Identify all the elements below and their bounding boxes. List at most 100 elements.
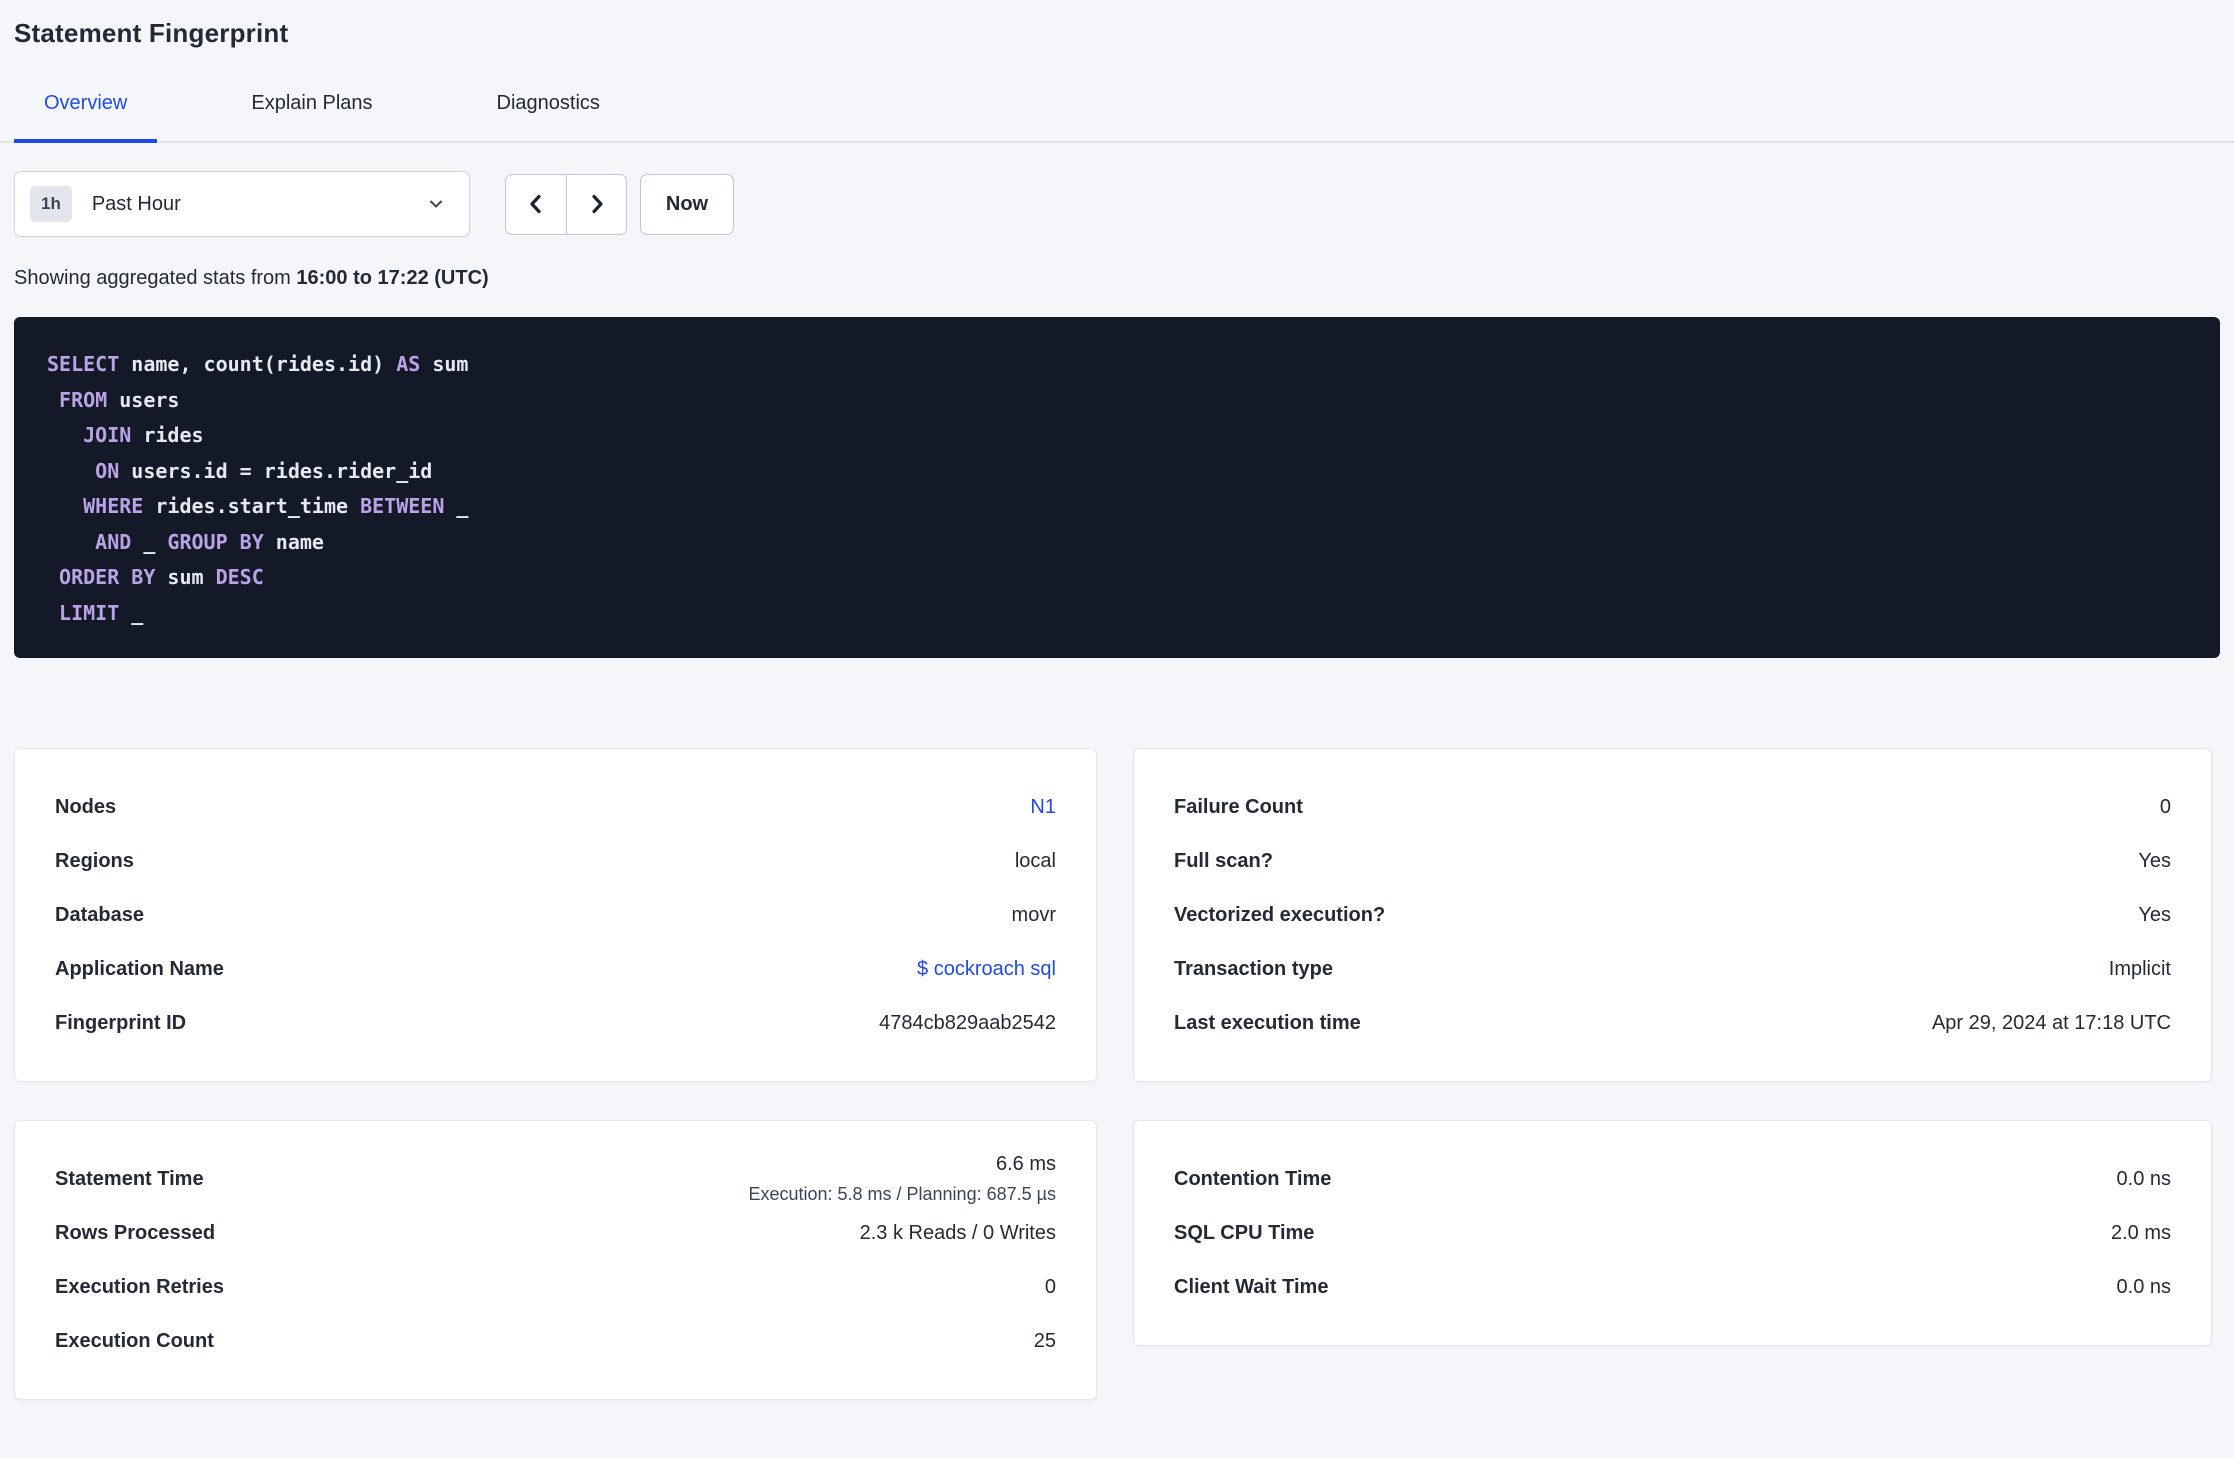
aggregated-stats-range: 16:00 to 17:22 (UTC) [296,267,489,289]
card-row: Last execution time Apr 29, 2024 at 17:18… [1174,996,2171,1050]
now-button[interactable]: Now [640,173,734,235]
row-label: Contention Time [1174,1167,1332,1190]
sql-text: _ [119,600,144,625]
sql-text: _ [444,494,469,518]
aggregated-stats-text: Showing aggregated stats from 16:00 to 1… [14,267,2220,290]
sql-line: ON users.id = rides.rider_id [47,454,2187,490]
row-value-block: 25 [1034,1330,1056,1353]
sql-keyword: ON [95,458,120,483]
row-value-block: 6.6 ms Execution: 5.8 ms / Planning: 687.… [748,1153,1056,1205]
time-step-button-group [505,173,627,235]
tab-overview[interactable]: Overview [14,92,158,143]
card-statement-details: Nodes N1 Regions local Database movr Applicati… [14,748,1097,1082]
row-label: Vectorized execution? [1174,903,1386,926]
card-row: Vectorized execution? Yes [1174,888,2171,942]
sql-text: rides [131,423,204,447]
card-row: Regions local [55,834,1056,888]
card-row: Rows Processed 2.3 k Reads / 0 Writes [55,1206,1056,1260]
aggregated-stats-prefix: Showing aggregated stats from [14,267,291,289]
row-value: Yes [2138,849,2171,872]
sql-line: FROM users [47,383,2187,419]
row-value-link[interactable]: N1 [1030,796,1056,819]
row-value: 2.3 k Reads / 0 Writes [859,1221,1056,1244]
sql-text: name [263,529,324,554]
sql-line: AND _ GROUP BY name [47,525,2187,561]
card-row: Execution Retries 0 [55,1260,1056,1314]
row-label: SQL CPU Time [1174,1221,1315,1244]
sql-keyword: BETWEEN [360,494,445,518]
sql-keyword: WHERE [83,494,144,518]
row-value: 0 [1044,1275,1056,1298]
sql-text: name, count(rides.id) [119,352,397,376]
row-value-block: 0.0 ns [2117,1276,2171,1299]
card-row: Nodes N1 [55,780,1056,834]
row-value-block: $ cockroach sql [917,958,1056,981]
sql-text: _ [131,529,168,554]
row-value-block: Implicit [2109,958,2171,981]
card-wait-times: Contention Time 0.0 ns SQL CPU Time 2.0 ms C… [1133,1120,2212,1346]
row-value-link[interactable]: $ cockroach sql [917,958,1056,981]
row-value-block: 0 [2160,796,2171,819]
tab-overview-label: Overview [44,92,128,114]
row-label: Rows Processed [55,1221,216,1244]
sql-keyword: DESC [215,565,264,589]
row-value-block: local [1015,850,1056,873]
row-label: Regions [55,849,134,872]
tab-diagnostics[interactable]: Diagnostics [467,93,630,143]
tab-diagnostics-label: Diagnostics [496,92,600,114]
next-time-button[interactable] [566,174,626,234]
time-controls: 1h Past Hour Now [14,171,2220,237]
sql-text: sum [420,352,469,376]
row-value: 4784cb829aab2542 [879,1011,1056,1034]
tabbar: Overview Explain Plans Diagnostics [0,93,2234,143]
card-execution-attributes: Failure Count 0 Full scan? Yes Vectorized ex… [1133,748,2212,1082]
row-value: Yes [2138,903,2171,926]
row-label: Client Wait Time [1174,1275,1329,1298]
row-value-block: 0.0 ns [2117,1168,2171,1191]
row-value-block: 4784cb829aab2542 [879,1012,1056,1035]
row-label: Nodes [55,795,117,818]
card-row: Execution Count 25 [55,1314,1056,1368]
sql-keyword: GROUP BY [167,529,264,554]
row-label: Statement Time [55,1167,204,1190]
card-row: Client Wait Time 0.0 ns [1174,1260,2171,1314]
card-row: Failure Count 0 [1174,780,2171,834]
prev-time-button[interactable] [506,174,566,234]
statement-sql: SELECT name, count(rides.id) AS sum FROM… [47,347,2187,631]
sql-keyword: LIMIT [59,600,120,625]
sql-line: LIMIT _ [47,596,2187,632]
time-range-dropdown[interactable]: 1h Past Hour [14,171,470,237]
row-label: Execution Count [55,1329,214,1352]
sql-box: SELECT name, count(rides.id) AS sum FROM… [14,317,2220,658]
page-title: Statement Fingerprint [14,18,289,48]
row-value-block: movr [1012,904,1056,927]
row-label: Execution Retries [55,1275,224,1298]
statement-fingerprint-page: Statement Fingerprint Overview Explain P… [0,0,2234,1458]
card-row: SQL CPU Time 2.0 ms [1174,1206,2171,1260]
row-value-block: 2.3 k Reads / 0 Writes [860,1222,1056,1245]
time-range-badge: 1h [30,186,72,222]
tab-explain-plans[interactable]: Explain Plans [221,93,402,143]
row-value-block: 0 [1045,1276,1056,1299]
sql-line: WHERE rides.start_time BETWEEN _ [47,489,2187,525]
sql-text: users.id = rides.rider_id [119,458,433,483]
row-label: Database [55,903,144,926]
row-label: Transaction type [1174,957,1333,980]
card-row: Statement Time 6.6 ms Execution: 5.8 ms / … [55,1152,1056,1206]
sql-keyword: ORDER BY [59,565,156,589]
row-label: Application Name [55,957,224,980]
card-row: Fingerprint ID 4784cb829aab2542 [55,996,1056,1050]
row-value-block: Yes [2138,904,2171,927]
row-label: Failure Count [1174,795,1303,818]
sql-keyword: AS [396,352,421,376]
row-label: Last execution time [1174,1011,1361,1034]
row-value: 0.0 ns [2116,1275,2171,1298]
sql-line: JOIN rides [47,418,2187,454]
row-value: 25 [1033,1329,1056,1352]
row-value-block: N1 [1030,796,1056,819]
row-value-block: Yes [2138,850,2171,873]
